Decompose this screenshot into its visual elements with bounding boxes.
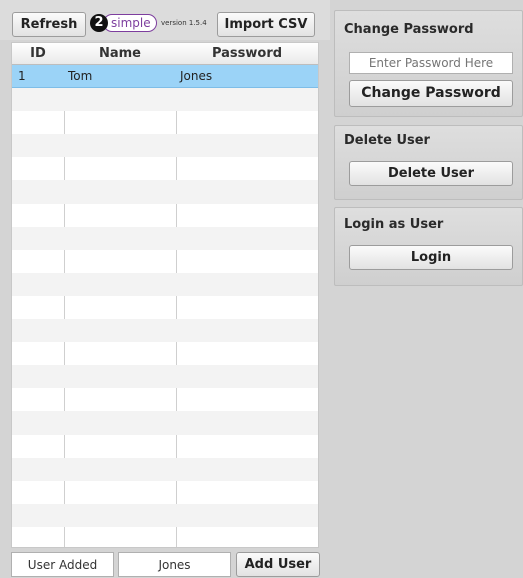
cell-name: Tom	[68, 69, 93, 83]
login-as-user-panel: Login as User Login	[334, 207, 523, 286]
2simple-logo: simple 2	[90, 13, 157, 33]
table-row[interactable]	[12, 457, 318, 481]
column-header-password[interactable]: Password	[176, 43, 318, 65]
change-password-panel: Change Password Change Password	[334, 10, 523, 117]
refresh-button[interactable]: Refresh	[12, 12, 86, 37]
table-row[interactable]	[12, 388, 318, 411]
users-table: ID Name Password 1 Tom Jones	[11, 42, 319, 548]
new-password-input[interactable]	[349, 52, 513, 74]
change-password-title: Change Password	[344, 22, 474, 37]
table-row[interactable]	[12, 180, 318, 204]
table-row[interactable]	[12, 481, 318, 504]
login-button[interactable]: Login	[349, 245, 513, 270]
import-csv-button[interactable]: Import CSV	[217, 12, 315, 37]
table-row[interactable]	[12, 134, 318, 158]
cell-id: 1	[18, 69, 26, 83]
table-body: 1 Tom Jones	[12, 65, 318, 547]
logo-number: 2	[90, 14, 108, 32]
new-user-name-input[interactable]	[11, 552, 114, 577]
new-user-password-input[interactable]	[118, 552, 231, 577]
table-row[interactable]	[12, 319, 318, 343]
table-row[interactable]	[12, 226, 318, 250]
table-row[interactable]	[12, 435, 318, 458]
change-password-button[interactable]: Change Password	[349, 80, 513, 107]
table-row[interactable]	[12, 527, 318, 547]
table-row[interactable]	[12, 204, 318, 227]
table-row[interactable]	[12, 365, 318, 389]
table-row[interactable]	[12, 296, 318, 319]
table-row[interactable]	[12, 157, 318, 180]
column-header-name[interactable]: Name	[64, 43, 176, 65]
table-header: ID Name Password	[12, 43, 318, 65]
delete-user-panel: Delete User Delete User	[334, 125, 523, 200]
table-row[interactable]	[12, 411, 318, 435]
login-as-user-title: Login as User	[344, 217, 444, 232]
table-row[interactable]	[12, 342, 318, 365]
table-row[interactable]	[12, 503, 318, 527]
cell-password: Jones	[180, 69, 213, 83]
table-row[interactable]	[12, 250, 318, 273]
table-row[interactable]	[12, 88, 318, 112]
add-user-bar: Add User	[0, 549, 330, 578]
logo-text: simple	[103, 14, 157, 32]
table-row[interactable]	[12, 111, 318, 134]
toolbar: Refresh simple 2 version 1.5.4 Import CS…	[0, 0, 330, 40]
table-row[interactable]	[12, 272, 318, 296]
delete-user-title: Delete User	[344, 133, 430, 148]
add-user-button[interactable]: Add User	[236, 552, 320, 577]
table-row[interactable]: 1 Tom Jones	[12, 65, 318, 89]
delete-user-button[interactable]: Delete User	[349, 161, 513, 186]
column-header-id[interactable]: ID	[12, 43, 64, 65]
version-label: version 1.5.4	[161, 19, 207, 27]
